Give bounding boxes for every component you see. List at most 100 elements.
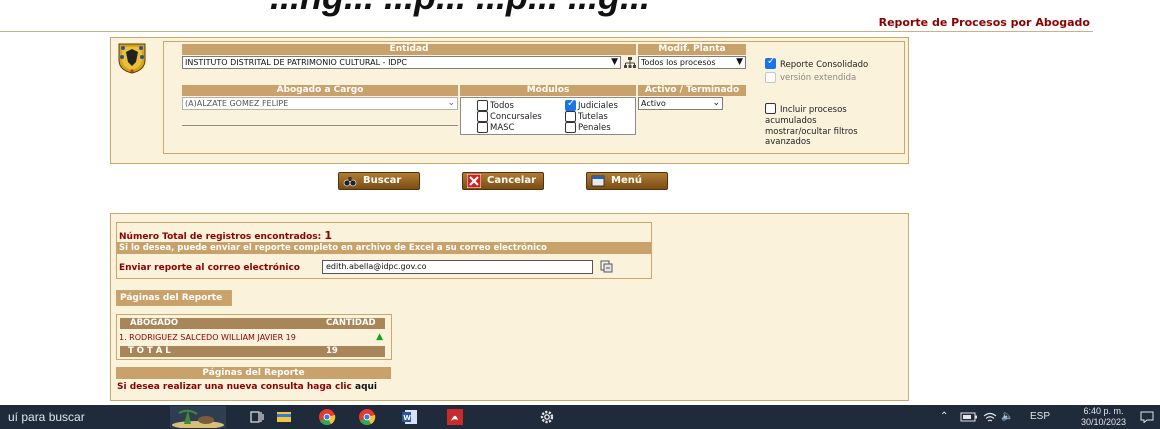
- page-banner-title: ...ng... ...p... ...p... ...g...: [270, 0, 650, 18]
- incluir-procesos-label: Incluir procesos: [780, 105, 847, 115]
- abogado-underline: [182, 125, 458, 126]
- chrome-icon[interactable]: [318, 408, 336, 426]
- volume-icon[interactable]: 🔈: [1001, 405, 1013, 429]
- taskbar-search[interactable]: uí para buscar: [0, 405, 165, 429]
- wifi-icon[interactable]: [983, 411, 997, 423]
- modif-planta-select[interactable]: Todos los procesos ▼: [638, 56, 746, 69]
- total-records-value: 1: [324, 229, 333, 242]
- new-query-text: Si desea realizar una nueva consulta hag…: [117, 382, 377, 392]
- email-input[interactable]: edith.abella@idpc.gov.co: [322, 260, 593, 274]
- concursales-label: Concursales: [490, 112, 542, 122]
- incluir-procesos-checkbox[interactable]: [765, 103, 776, 114]
- activo-select[interactable]: Activo ⌄: [638, 97, 723, 110]
- paginas-reporte-button[interactable]: Páginas del Reporte: [116, 290, 232, 306]
- judiciales-label: Judiciales: [578, 101, 618, 111]
- clock[interactable]: 6:40 p. m. 30/10/2023: [1081, 406, 1126, 428]
- col-cantidad: CANTIDAD: [326, 318, 376, 328]
- col-abogado: ABOGADO: [130, 318, 179, 328]
- org-tree-icon[interactable]: [624, 57, 636, 69]
- modif-planta-value: Todos los procesos: [641, 58, 716, 67]
- abogados-table: ABOGADO CANTIDAD 1. RODRIGUEZ SALCEDO WI…: [116, 314, 392, 360]
- excel-note: Si lo desea, puede enviar el reporte com…: [117, 242, 651, 254]
- sort-up-icon[interactable]: ▲: [376, 332, 383, 342]
- tray-chevron-icon[interactable]: ⌃: [940, 405, 948, 429]
- activo-value: Activo: [641, 99, 666, 108]
- todos-checkbox[interactable]: [477, 100, 488, 111]
- abogado-select[interactable]: (A)ALZATE GOMEZ FELIPE ⌄: [182, 97, 458, 110]
- buscar-label: Buscar: [363, 175, 402, 186]
- menu-label: Menú: [611, 175, 642, 186]
- penales-label: Penales: [578, 123, 611, 133]
- penales-checkbox[interactable]: [565, 122, 576, 133]
- window-icon: [591, 175, 605, 187]
- tutelas-label: Tutelas: [578, 112, 608, 122]
- chevron-down-icon: ⌄: [447, 98, 455, 108]
- modif-planta-header: Modif. Planta: [638, 44, 746, 55]
- battery-icon[interactable]: [960, 412, 978, 422]
- abogado-header: Abogado a Cargo: [182, 85, 458, 96]
- concursales-checkbox[interactable]: [477, 111, 488, 122]
- svg-text:W: W: [403, 414, 411, 422]
- page: ...ng... ...p... ...p... ...g... Reporte…: [0, 0, 1160, 429]
- pdf-reader-icon[interactable]: [446, 408, 464, 426]
- task-view-icon[interactable]: [248, 408, 266, 426]
- language-indicator[interactable]: ESP: [1030, 405, 1050, 429]
- taskbar: uí para buscar W ⌃ 🔈 ESP 6:40 p. m. 30/1…: [0, 405, 1160, 429]
- row-cantidad: 19: [285, 333, 296, 342]
- mostrar-filtros-link[interactable]: mostrar/ocultar filtros: [765, 127, 858, 137]
- reporte-consolidado-checkbox[interactable]: [765, 56, 776, 69]
- notifications-icon[interactable]: [1140, 411, 1154, 423]
- word-icon[interactable]: W: [401, 408, 419, 426]
- binoculars-icon: [343, 177, 357, 187]
- clock-date: 30/10/2023: [1080, 417, 1126, 427]
- menu-button[interactable]: Menú: [586, 172, 668, 190]
- entidad-header: Entidad: [182, 44, 636, 55]
- chevron-down-icon: ▼: [611, 57, 618, 67]
- acumulados-label: acumulados: [765, 116, 817, 126]
- send-report-icon[interactable]: [600, 260, 613, 273]
- cancelar-button[interactable]: Cancelar: [462, 172, 544, 190]
- table-header: ABOGADO CANTIDAD: [120, 318, 385, 329]
- total-label: T O T A L: [128, 346, 171, 356]
- masc-label: MASC: [490, 123, 515, 133]
- table-row[interactable]: 1. RODRIGUEZ SALCEDO WILLIAM JAVIER 19: [119, 333, 296, 342]
- file-explorer-icon[interactable]: [275, 408, 293, 426]
- chevron-down-icon: ▼: [736, 57, 743, 67]
- todos-label: Todos: [490, 101, 514, 111]
- new-query-label: Si desea realizar una nueva consulta hag…: [117, 382, 352, 392]
- row-abogado: 1. RODRIGUEZ SALCEDO WILLIAM JAVIER: [119, 333, 284, 342]
- cancelar-label: Cancelar: [487, 175, 537, 186]
- judiciales-checkbox[interactable]: [565, 98, 576, 111]
- email-label: Enviar reporte al correo electrónico: [119, 263, 300, 273]
- reporte-consolidado-label: Reporte Consolidado: [780, 60, 869, 70]
- total-records-label: Número Total de registros encontrados:: [119, 232, 322, 242]
- settings-gear-icon[interactable]: [538, 408, 556, 426]
- modulos-box: Todos Judiciales Concursales Tutelas MAS…: [460, 97, 636, 135]
- abogado-value: (A)ALZATE GOMEZ FELIPE: [185, 99, 289, 108]
- results-panel: Número Total de registros encontrados: 1…: [110, 213, 909, 401]
- header-divider: [0, 31, 1093, 32]
- avanzados-label: avanzados: [765, 137, 811, 147]
- close-icon: [467, 174, 481, 188]
- modulos-header: Módulos: [460, 85, 636, 96]
- chrome-profile-icon[interactable]: [358, 408, 376, 426]
- tutelas-checkbox[interactable]: [565, 111, 576, 122]
- new-query-link[interactable]: aqui: [355, 382, 377, 392]
- chevron-down-icon: ⌄: [712, 98, 720, 108]
- masc-checkbox[interactable]: [477, 122, 488, 133]
- bogota-shield-icon: [118, 43, 146, 74]
- version-extendida-checkbox[interactable]: [765, 72, 776, 83]
- entidad-select[interactable]: INSTITUTO DISTRITAL DE PATRIMONIO CULTUR…: [182, 56, 621, 69]
- filter-panel: Entidad INSTITUTO DISTRITAL DE PATRIMONI…: [110, 37, 909, 164]
- version-extendida-label: versión extendida: [780, 73, 857, 83]
- filter-form: Entidad INSTITUTO DISTRITAL DE PATRIMONI…: [163, 41, 905, 154]
- buscar-button[interactable]: Buscar: [338, 172, 420, 190]
- total-records: Número Total de registros encontrados: 1: [119, 229, 332, 242]
- summary-box: Número Total de registros encontrados: 1…: [116, 222, 652, 279]
- total-value: 19: [326, 346, 338, 356]
- table-total: T O T A L 19: [120, 346, 385, 357]
- search-highlight-image-icon: [170, 406, 226, 428]
- report-title: Reporte de Procesos por Abogado: [878, 16, 1090, 29]
- activo-header: Activo / Terminado: [638, 85, 746, 96]
- clock-time: 6:40 p. m.: [1083, 406, 1124, 416]
